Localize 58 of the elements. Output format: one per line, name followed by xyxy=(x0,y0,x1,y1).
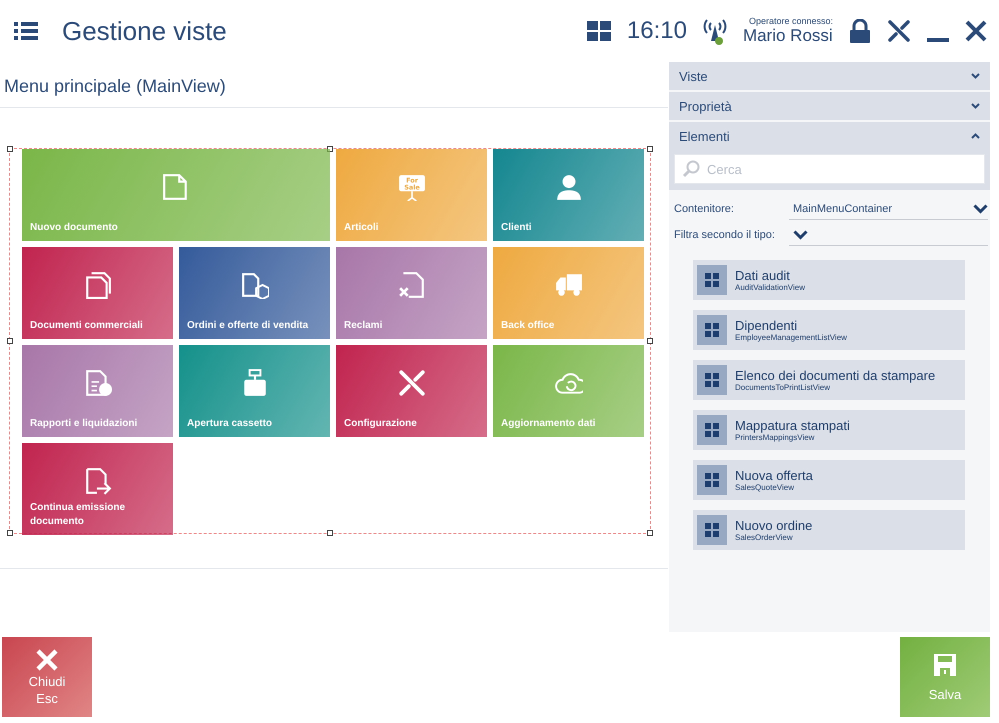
tile-icon xyxy=(84,467,112,495)
resize-handle[interactable] xyxy=(7,530,13,536)
tile-icon xyxy=(554,173,582,201)
element-item[interactable]: Dati audit AuditValidationView xyxy=(693,260,965,300)
tiles-icon[interactable] xyxy=(586,21,611,41)
resize-handle[interactable] xyxy=(7,146,13,152)
menu-tile[interactable]: Reclami xyxy=(336,247,487,339)
chevron-down-icon xyxy=(793,230,808,240)
menu-tile[interactable]: Continua emissione documento xyxy=(22,443,173,535)
field-label: Contenitore: xyxy=(674,203,735,215)
resize-handle[interactable] xyxy=(327,530,333,536)
tile-icon xyxy=(398,369,426,397)
tile-icon xyxy=(398,271,426,299)
tiles-icon xyxy=(705,273,719,287)
clock-time: 16:10 xyxy=(626,17,687,45)
tiles-icon xyxy=(705,473,719,487)
menu-tile[interactable]: Apertura cassetto xyxy=(179,345,330,437)
tile-icon xyxy=(84,369,112,397)
accordion-header[interactable]: Viste xyxy=(669,62,990,90)
chevron-down-icon xyxy=(971,103,980,109)
element-item[interactable]: Mappatura stampati PrintersMappingsView xyxy=(693,410,965,450)
view-title: Menu principale (MainView) xyxy=(0,62,668,108)
resize-handle[interactable] xyxy=(647,146,653,152)
field-label: Filtra secondo il tipo: xyxy=(674,229,776,241)
resize-handle[interactable] xyxy=(647,530,653,536)
menu-tile[interactable]: Clienti xyxy=(493,149,644,241)
close-icon[interactable] xyxy=(965,20,987,42)
menu-icon[interactable] xyxy=(14,22,38,40)
element-item[interactable]: Nuovo ordine SalesOrderView xyxy=(693,510,965,550)
resize-handle[interactable] xyxy=(7,338,13,344)
chevron-down-icon xyxy=(971,73,980,79)
search-field[interactable]: Cerca xyxy=(674,154,985,184)
chevron-up-icon xyxy=(971,133,980,139)
accordion-header[interactable]: Proprietà xyxy=(669,92,990,120)
element-item[interactable]: Elenco dei documenti da stampare DocumentsToPrintListView xyxy=(693,360,965,400)
operator-name: Mario Rossi xyxy=(742,26,833,46)
accordion-header[interactable]: Elementi xyxy=(669,122,990,150)
menu-tile[interactable]: Rapporti e liquidazioni xyxy=(22,345,173,437)
tiles-icon xyxy=(705,523,719,537)
tile-icon xyxy=(240,271,268,299)
chevron-down-icon xyxy=(973,204,988,214)
tile-icon xyxy=(162,173,190,201)
operator-label: Operatore connesso: xyxy=(748,16,833,26)
element-item[interactable]: Dipendenti EmployeeManagementListView xyxy=(693,310,965,350)
menu-tile[interactable]: Documenti commerciali xyxy=(22,247,173,339)
close-icon xyxy=(35,648,59,672)
tiles-icon xyxy=(705,373,719,387)
tile-icon xyxy=(84,271,112,299)
close-button[interactable]: Chiudi Esc xyxy=(2,637,92,717)
tiles-icon xyxy=(705,423,719,437)
lock-icon[interactable] xyxy=(849,19,871,43)
window-title: Gestione viste xyxy=(62,16,228,46)
menu-tile[interactable]: Ordini e offerte di vendita xyxy=(179,247,330,339)
resize-handle[interactable] xyxy=(647,338,653,344)
tiles-icon xyxy=(705,323,719,337)
menu-tile[interactable]: Configurazione xyxy=(336,345,487,437)
container-dropdown[interactable]: MainMenuContainer xyxy=(789,198,988,220)
element-item[interactable]: Nuova offerta SalesQuoteView xyxy=(693,460,965,500)
